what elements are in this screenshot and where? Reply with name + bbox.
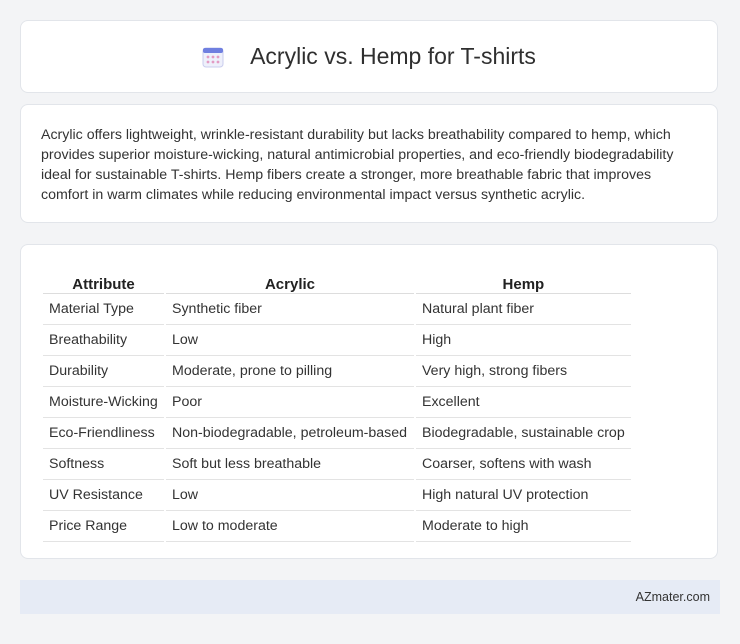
- comparison-table: Attribute Acrylic Hemp Material Type Syn…: [41, 265, 633, 542]
- table-row: Eco-Friendliness Non-biodegradable, petr…: [43, 418, 631, 449]
- attribute-cell: Softness: [43, 449, 164, 480]
- acrylic-cell: Moderate, prone to pilling: [166, 356, 414, 387]
- hemp-cell: Very high, strong fibers: [416, 356, 631, 387]
- acrylic-cell: Low: [166, 480, 414, 511]
- table-row: Softness Soft but less breathable Coarse…: [43, 449, 631, 480]
- attribute-cell: Moisture-Wicking: [43, 387, 164, 418]
- hemp-cell: High natural UV protection: [416, 480, 631, 511]
- acrylic-cell: Poor: [166, 387, 414, 418]
- table-row: UV Resistance Low High natural UV protec…: [43, 480, 631, 511]
- attribute-cell: Durability: [43, 356, 164, 387]
- calendar-icon: [202, 46, 224, 68]
- hemp-cell: Moderate to high: [416, 511, 631, 542]
- table-header-row: Attribute Acrylic Hemp: [43, 265, 631, 294]
- attribute-cell: Price Range: [43, 511, 164, 542]
- attribute-cell: Material Type: [43, 294, 164, 325]
- summary-text: Acrylic offers lightweight, wrinkle-resi…: [41, 127, 674, 203]
- header-hemp: Hemp: [416, 265, 631, 294]
- page-title: Acrylic vs. Hemp for T-shirts: [250, 43, 536, 69]
- header-acrylic: Acrylic: [166, 265, 414, 294]
- table-row: Price Range Low to moderate Moderate to …: [43, 511, 631, 542]
- table-row: Durability Moderate, prone to pilling Ve…: [43, 356, 631, 387]
- hemp-cell: Excellent: [416, 387, 631, 418]
- comparison-card: Attribute Acrylic Hemp Material Type Syn…: [20, 244, 718, 559]
- acrylic-cell: Non-biodegradable, petroleum-based: [166, 418, 414, 449]
- summary-card: Acrylic offers lightweight, wrinkle-resi…: [20, 104, 718, 223]
- table-row: Breathability Low High: [43, 325, 631, 356]
- attribute-cell: UV Resistance: [43, 480, 164, 511]
- table-row: Material Type Synthetic fiber Natural pl…: [43, 294, 631, 325]
- hemp-cell: Biodegradable, sustainable crop: [416, 418, 631, 449]
- acrylic-cell: Soft but less breathable: [166, 449, 414, 480]
- footer-site-name: AZmater.com: [635, 590, 710, 604]
- hemp-cell: Coarser, softens with wash: [416, 449, 631, 480]
- table-row: Moisture-Wicking Poor Excellent: [43, 387, 631, 418]
- footer: AZmater.com: [20, 580, 720, 614]
- header-card: Acrylic vs. Hemp for T-shirts: [20, 20, 718, 93]
- acrylic-cell: Low to moderate: [166, 511, 414, 542]
- header-attribute: Attribute: [43, 265, 164, 294]
- attribute-cell: Breathability: [43, 325, 164, 356]
- hemp-cell: High: [416, 325, 631, 356]
- acrylic-cell: Low: [166, 325, 414, 356]
- attribute-cell: Eco-Friendliness: [43, 418, 164, 449]
- hemp-cell: Natural plant fiber: [416, 294, 631, 325]
- acrylic-cell: Synthetic fiber: [166, 294, 414, 325]
